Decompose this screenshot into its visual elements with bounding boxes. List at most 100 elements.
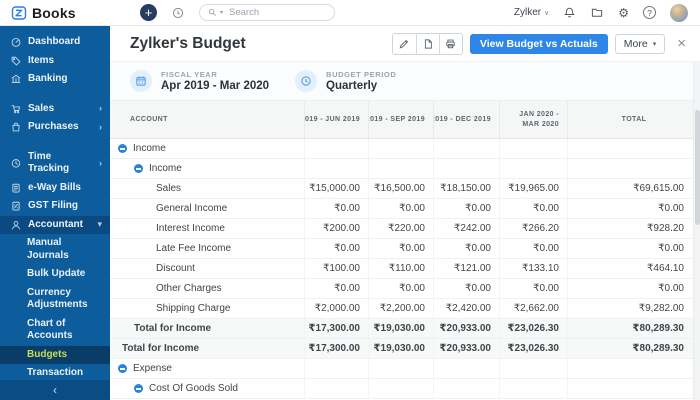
value-cell: ₹100.00	[304, 259, 368, 278]
sidebar-item-banking[interactable]: Banking	[0, 70, 110, 89]
account-cell: Income	[110, 159, 304, 178]
value-cell: ₹0.00	[499, 279, 567, 298]
documents-folder-icon[interactable]	[590, 6, 604, 19]
value-cell: ₹121.00	[433, 259, 499, 278]
value-cell: ₹17,300.00	[304, 339, 368, 358]
user-avatar[interactable]	[670, 4, 688, 22]
sidebar-item-sales[interactable]: Sales›	[0, 100, 110, 119]
search-scope-caret-icon[interactable]: ▾	[220, 9, 223, 16]
close-icon[interactable]: ×	[677, 36, 686, 51]
clock-icon	[295, 70, 317, 92]
sidebar-item-label: Chart of Accounts	[27, 318, 102, 343]
fiscal-year-label: FISCAL YEAR	[161, 70, 269, 79]
page-header: Zylker's Budget View Budget vs Actua	[110, 26, 700, 62]
gst-filing-icon	[10, 200, 22, 212]
sidebar-item-currency-adjustments[interactable]: Currency Adjustments	[0, 284, 110, 315]
value-cell: ₹23,026.30	[499, 319, 567, 338]
org-switcher[interactable]: Zylker ∨	[514, 7, 549, 18]
collapse-icon[interactable]	[118, 364, 127, 373]
value-cell	[368, 359, 433, 378]
table-row: Expense	[110, 359, 700, 379]
sales-icon	[10, 103, 22, 115]
search-input[interactable]: ▾ Search	[199, 4, 335, 21]
value-cell	[433, 139, 499, 158]
table-row: Income	[110, 159, 700, 179]
collapse-icon[interactable]	[134, 164, 143, 173]
sidebar-item-accountant[interactable]: Accountant▾	[0, 216, 110, 235]
print-icon[interactable]	[439, 34, 462, 54]
column-header: ACCOUNT	[110, 101, 304, 138]
value-cell: ₹0.00	[304, 279, 368, 298]
table-row: Sales₹15,000.00₹16,500.00₹18,150.00₹19,9…	[110, 179, 700, 199]
header-icon-group	[392, 33, 463, 55]
table-row: Discount₹100.00₹110.00₹121.00₹133.10₹464…	[110, 259, 700, 279]
value-cell: ₹0.00	[567, 199, 700, 218]
org-name: Zylker	[514, 7, 541, 18]
account-name: Income	[133, 143, 166, 154]
account-cell: General Income	[110, 199, 304, 218]
sidebar-item-purchases[interactable]: Purchases›	[0, 118, 110, 137]
account-name: Income	[149, 163, 182, 174]
account-name: Total for Income	[122, 343, 199, 354]
value-cell: ₹0.00	[368, 279, 433, 298]
value-cell	[368, 139, 433, 158]
value-cell: ₹2,662.00	[499, 299, 567, 318]
scrollbar-thumb[interactable]	[695, 110, 700, 225]
value-cell	[304, 139, 368, 158]
value-cell: ₹20,933.00	[433, 319, 499, 338]
export-file-icon[interactable]	[416, 34, 439, 54]
brand-name: Books	[32, 5, 76, 21]
eway-bills-icon	[10, 182, 22, 194]
account-name: Late Fee Income	[156, 243, 231, 254]
accountant-icon	[10, 219, 22, 231]
sidebar-item-dashboard[interactable]: Dashboard	[0, 33, 110, 52]
vertical-scrollbar[interactable]	[693, 62, 700, 400]
table-row: Cost Of Goods Sold	[110, 379, 700, 399]
value-cell: ₹220.00	[368, 219, 433, 238]
value-cell: ₹0.00	[304, 239, 368, 258]
value-cell: ₹80,289.30	[567, 339, 700, 358]
value-cell	[368, 159, 433, 178]
more-button[interactable]: More ▾	[615, 34, 665, 54]
account-cell: Other Charges	[110, 279, 304, 298]
recent-history-icon[interactable]	[171, 6, 185, 20]
value-cell: ₹2,000.00	[304, 299, 368, 318]
value-cell: ₹19,965.00	[499, 179, 567, 198]
topbar-right: Zylker ∨ ⚙ ?	[514, 4, 688, 22]
column-header: TOTAL	[567, 101, 700, 138]
edit-pencil-icon[interactable]	[393, 34, 416, 54]
chevron-down-icon: ▾	[97, 220, 102, 229]
value-cell: ₹19,030.00	[368, 319, 433, 338]
sidebar-item-budgets[interactable]: Budgets	[0, 346, 110, 365]
account-name: Sales	[156, 183, 181, 194]
calendar-icon	[130, 70, 152, 92]
view-budget-vs-actuals-button[interactable]: View Budget vs Actuals	[470, 34, 608, 54]
sidebar-item-label: e-Way Bills	[28, 182, 81, 195]
topbar-main: + ▾ Search Zylker ∨ ⚙	[110, 0, 700, 25]
collapse-icon[interactable]	[118, 144, 127, 153]
sidebar-item-gst-filing[interactable]: GST Filing	[0, 197, 110, 216]
value-cell: ₹0.00	[433, 239, 499, 258]
quick-create-button[interactable]: +	[140, 4, 157, 21]
topbar: Books + ▾ Search Zylker ∨	[0, 0, 700, 26]
account-name: Expense	[133, 363, 172, 374]
brand-logo[interactable]: Books	[0, 0, 110, 25]
collapse-icon[interactable]	[134, 384, 143, 393]
settings-gear-icon[interactable]: ⚙	[618, 7, 629, 19]
sidebar-item-manual-journals[interactable]: Manual Journals	[0, 234, 110, 265]
sidebar-item-e-way-bills[interactable]: e-Way Bills	[0, 179, 110, 198]
value-cell: ₹242.00	[433, 219, 499, 238]
sidebar-collapse-button[interactable]: ‹	[0, 380, 110, 400]
value-cell	[304, 359, 368, 378]
value-cell: ₹200.00	[304, 219, 368, 238]
sidebar-item-items[interactable]: Items	[0, 52, 110, 71]
help-icon[interactable]: ?	[643, 6, 656, 19]
sidebar-item-chart-of-accounts[interactable]: Chart of Accounts	[0, 315, 110, 346]
sidebar-item-label: Sales	[28, 103, 54, 116]
sidebar-item-time-tracking[interactable]: Time Tracking›	[0, 148, 110, 179]
value-cell: ₹2,200.00	[368, 299, 433, 318]
notifications-bell-icon[interactable]	[563, 6, 576, 19]
sidebar-item-bulk-update[interactable]: Bulk Update	[0, 265, 110, 284]
time-tracking-icon	[10, 157, 22, 169]
account-name: Other Charges	[156, 283, 222, 294]
